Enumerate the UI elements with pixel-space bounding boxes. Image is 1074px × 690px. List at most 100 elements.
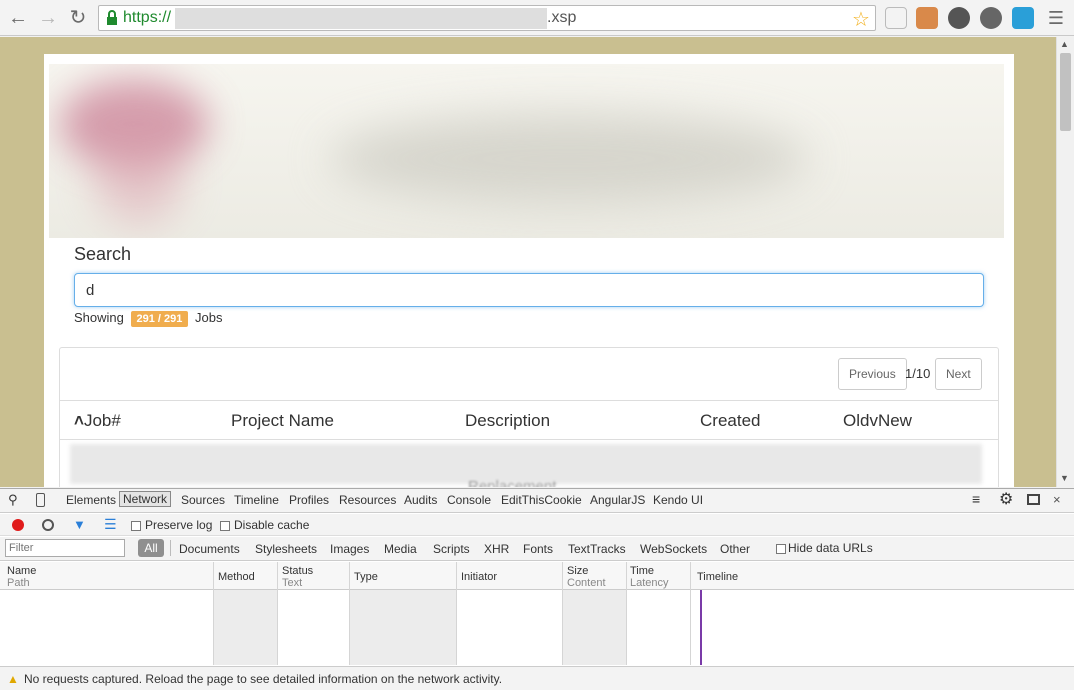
previous-button[interactable]: Previous	[838, 358, 907, 390]
column-header-job[interactable]: ˄Job#	[74, 411, 121, 431]
tab-editthiscookie[interactable]: EditThisCookie	[501, 493, 582, 507]
record-icon[interactable]	[12, 519, 24, 531]
filter-all[interactable]: All	[138, 539, 164, 557]
column-divider[interactable]	[690, 562, 691, 665]
tab-sources[interactable]: Sources	[181, 493, 225, 507]
scroll-up-icon[interactable]: ▲	[1060, 39, 1069, 49]
puzzle-extension-icon[interactable]	[1012, 7, 1034, 29]
grid-column-shade	[214, 590, 278, 665]
hide-data-urls-toggle[interactable]: Hide data URLs	[776, 541, 873, 555]
tab-resources[interactable]: Resources	[339, 493, 396, 507]
grid-column-shade	[563, 590, 626, 665]
page-viewport: Search Showing 291 / 291 Jobs Previous 1…	[0, 37, 1056, 487]
column-name[interactable]: Name Path	[7, 565, 36, 589]
gear-icon[interactable]: ⚙	[999, 489, 1013, 509]
filter-media[interactable]: Media	[384, 542, 417, 556]
column-divider[interactable]	[626, 562, 627, 665]
url-suffix: .xsp	[547, 9, 577, 26]
search-input[interactable]	[74, 273, 984, 307]
adblock-extension-icon[interactable]	[980, 7, 1002, 29]
column-status[interactable]: Status Text	[282, 565, 313, 589]
preserve-log-checkbox[interactable]	[131, 520, 141, 531]
drawer-icon[interactable]: ≡	[972, 491, 980, 507]
column-header-project-name[interactable]: Project Name	[231, 411, 334, 431]
compass-extension-icon[interactable]	[948, 7, 970, 29]
address-bar[interactable]: https:// .xsp ☆	[98, 5, 876, 31]
back-arrow-icon[interactable]: ←	[6, 6, 30, 30]
close-icon[interactable]: ×	[1053, 492, 1061, 507]
showing-suffix: Jobs	[195, 310, 223, 325]
filter-websockets[interactable]: WebSockets	[640, 542, 707, 556]
tab-console[interactable]: Console	[447, 493, 491, 507]
showing-summary: Showing 291 / 291 Jobs	[74, 310, 222, 327]
filter-divider	[170, 540, 171, 556]
filter-documents[interactable]: Documents	[179, 542, 240, 556]
network-grid-header: Name Path Method Status Text Type Initiato…	[0, 562, 1074, 590]
cookie-extension-icon[interactable]	[916, 7, 938, 29]
page-container: Search Showing 291 / 291 Jobs Previous 1…	[44, 54, 1014, 487]
jobs-panel: Previous 1/10 Next ˄Job# Project Name De…	[59, 347, 999, 487]
filter-images[interactable]: Images	[330, 542, 369, 556]
warning-icon: ▲	[7, 672, 19, 686]
grid-column-shade	[350, 590, 457, 665]
next-button[interactable]: Next	[935, 358, 982, 390]
preserve-log-toggle[interactable]: Preserve log	[131, 518, 212, 532]
devtools-tab-bar: ⚲ Elements Network Sources Timeline Prof…	[0, 489, 1074, 513]
column-divider[interactable]	[456, 562, 457, 665]
sort-up-icon: ˄	[74, 411, 84, 430]
tab-audits[interactable]: Audits	[404, 493, 437, 507]
column-type[interactable]: Type	[354, 571, 378, 583]
page-scrollbar[interactable]: ▲ ▼	[1056, 37, 1074, 487]
menu-icon[interactable]: ☰	[1044, 6, 1068, 30]
tab-angularjs[interactable]: AngularJS	[590, 493, 645, 507]
browser-toolbar: ← → ↻ https:// .xsp ☆ ☰	[0, 0, 1074, 36]
column-divider[interactable]	[349, 562, 350, 665]
filter-other[interactable]: Other	[720, 542, 750, 556]
column-divider[interactable]	[562, 562, 563, 665]
filter-scripts[interactable]: Scripts	[433, 542, 470, 556]
tab-kendo-ui[interactable]: Kendo UI	[653, 493, 703, 507]
column-size[interactable]: Size Content	[567, 565, 606, 589]
column-header-description[interactable]: Description	[465, 411, 550, 431]
tab-timeline[interactable]: Timeline	[234, 493, 279, 507]
forward-arrow-icon[interactable]: →	[36, 6, 60, 30]
column-timeline[interactable]: Timeline	[697, 571, 738, 583]
scroll-down-icon[interactable]: ▼	[1060, 473, 1069, 483]
disable-cache-checkbox[interactable]	[220, 520, 230, 531]
hide-data-urls-checkbox[interactable]	[776, 543, 786, 554]
filter-texttracks[interactable]: TextTracks	[568, 542, 626, 556]
filter-input[interactable]	[5, 539, 125, 557]
url-protocol: https://	[123, 9, 172, 26]
dock-icon[interactable]	[1027, 494, 1040, 505]
network-grid-body	[0, 590, 1074, 665]
devtools-panel: ⚲ Elements Network Sources Timeline Prof…	[0, 488, 1074, 690]
disable-cache-toggle[interactable]: Disable cache	[220, 518, 309, 532]
filter-icon[interactable]: ▼	[73, 517, 86, 532]
tab-profiles[interactable]: Profiles	[289, 493, 329, 507]
star-icon[interactable]: ☆	[852, 7, 870, 32]
status-bar: ▲ No requests captured. Reload the page …	[0, 666, 1074, 690]
pin-extension-icon[interactable]	[885, 7, 907, 29]
filter-stylesheets[interactable]: Stylesheets	[255, 542, 317, 556]
tab-network[interactable]: Network	[119, 491, 172, 507]
reload-icon[interactable]: ↻	[66, 6, 90, 30]
column-divider[interactable]	[213, 562, 214, 665]
column-header-created[interactable]: Created	[700, 411, 760, 431]
column-initiator[interactable]: Initiator	[461, 571, 497, 583]
column-divider[interactable]	[277, 562, 278, 665]
filter-xhr[interactable]: XHR	[484, 542, 509, 556]
column-time[interactable]: Time Latency	[630, 565, 669, 589]
column-header-oldvnew[interactable]: OldvNew	[843, 411, 912, 431]
tab-elements[interactable]: Elements	[66, 493, 116, 507]
column-method[interactable]: Method	[218, 571, 255, 583]
list-icon[interactable]: ☰	[104, 516, 117, 533]
clear-icon[interactable]	[42, 519, 54, 531]
status-message: No requests captured. Reload the page to…	[24, 672, 503, 686]
scrollbar-thumb[interactable]	[1060, 53, 1071, 131]
filter-fonts[interactable]: Fonts	[523, 542, 553, 556]
timeline-marker	[700, 590, 702, 665]
search-label: Search	[74, 244, 132, 264]
table-header: ˄Job# Project Name Description Created O…	[60, 400, 998, 440]
device-icon[interactable]	[36, 493, 45, 507]
search-icon[interactable]: ⚲	[8, 492, 18, 508]
